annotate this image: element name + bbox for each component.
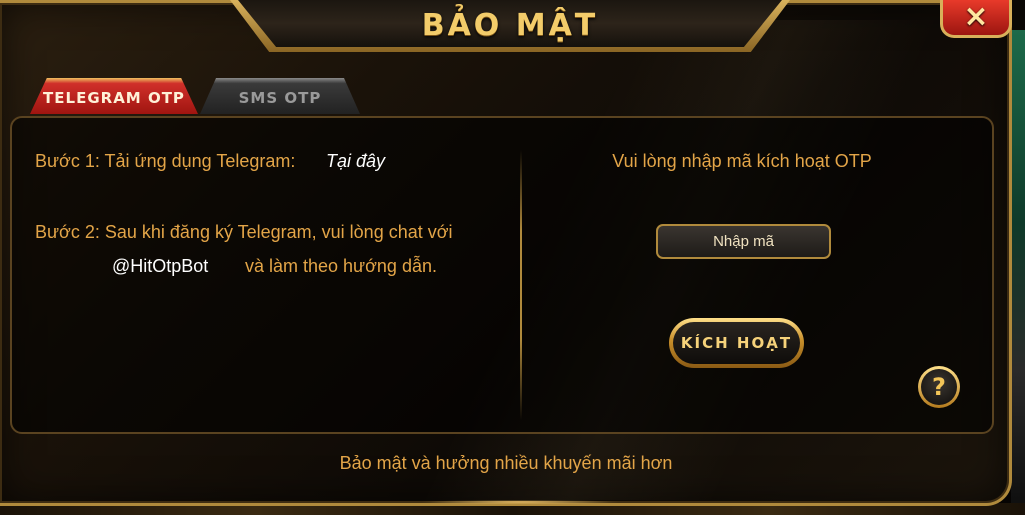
activate-button-label: KÍCH HOẠT: [673, 322, 800, 364]
bot-username: @HitOtpBot: [112, 256, 209, 276]
step2-text: Bước 2: Sau khi đăng ký Telegram, vui lò…: [35, 222, 453, 242]
otp-prompt: Vui lòng nhập mã kích hoạt OTP: [612, 151, 872, 171]
help-button[interactable]: ?: [918, 366, 960, 408]
background-game-edge: [1011, 30, 1025, 515]
game-screen: BẢO MẬT × TELEGRAM OTP SMS OTP Bước 1: T…: [0, 0, 1025, 515]
close-button[interactable]: ×: [940, 0, 1012, 38]
tab-telegram-otp[interactable]: TELEGRAM OTP: [30, 78, 198, 114]
otp-code-input[interactable]: [656, 224, 831, 259]
step2-text-continued: và làm theo hướng dẫn.: [245, 256, 437, 276]
tab-sms-otp[interactable]: SMS OTP: [200, 78, 360, 114]
question-mark-icon: ?: [921, 369, 957, 405]
bottom-glow: [420, 500, 620, 504]
dialog-title: BẢO MẬT: [421, 8, 599, 43]
vertical-divider: [520, 150, 522, 420]
close-icon: ×: [963, 0, 989, 34]
footer-message: Bảo mật và hưởng nhiều khuyến mãi hơn: [339, 453, 673, 473]
telegram-download-link[interactable]: Tại đây: [326, 151, 385, 172]
step1-text: Bước 1: Tải ứng dụng Telegram:: [35, 151, 296, 171]
activate-button[interactable]: KÍCH HOẠT: [669, 318, 804, 368]
